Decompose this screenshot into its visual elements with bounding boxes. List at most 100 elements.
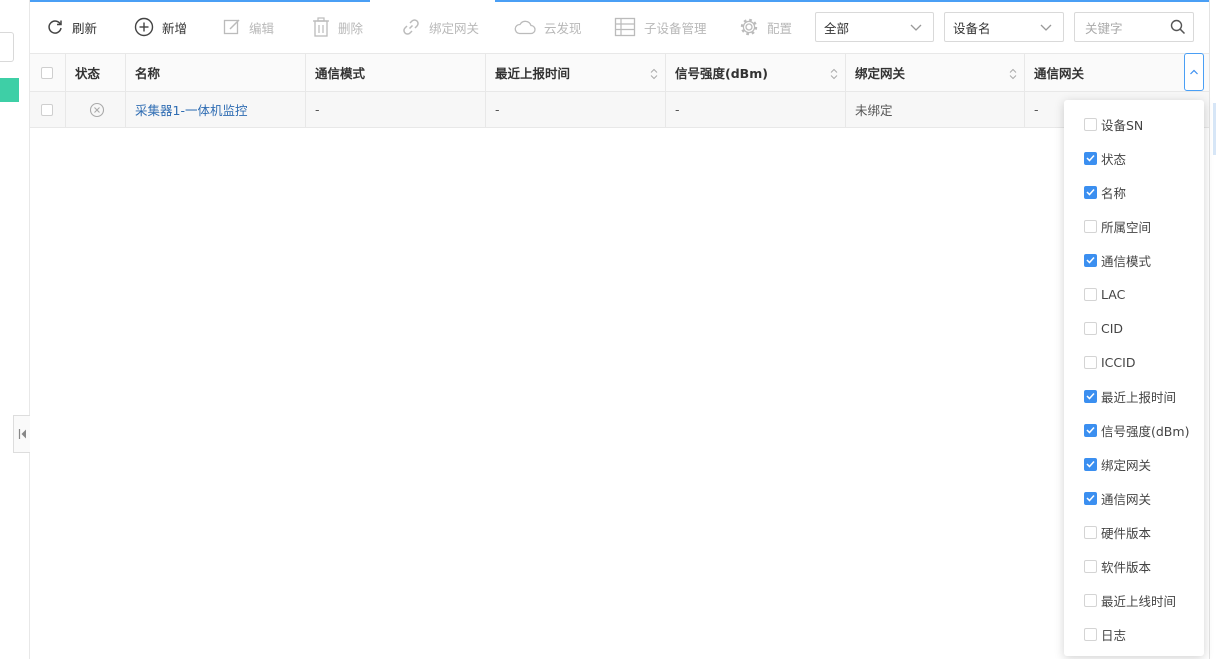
column-checkbox[interactable] — [1084, 287, 1097, 301]
sort-icon[interactable] — [1009, 68, 1017, 80]
header-bound-gateway-label: 绑定网关 — [855, 66, 906, 81]
plus-circle-icon — [134, 17, 154, 37]
refresh-button[interactable]: 刷新 — [46, 2, 97, 52]
row-name-cell: 采集器1-一体机监控 — [126, 92, 306, 127]
column-visibility-menu: 设备SN 状态名称所属空间通信模式 LAC CID ICCID 最近上报时间信号强度(dB… — [1064, 100, 1204, 656]
delete-label: 删除 — [338, 20, 364, 36]
column-option[interactable]: 通信网关 — [1084, 488, 1151, 508]
table-row[interactable]: 采集器1-一体机监控 - - - 未绑定 - — [30, 92, 1209, 128]
column-option-label: 所属空间 — [1101, 219, 1152, 235]
column-option-label: 最近上线时间 — [1101, 593, 1177, 609]
column-checkbox-checked[interactable] — [1084, 491, 1097, 505]
column-checkbox[interactable] — [1084, 321, 1097, 335]
column-checkbox-checked[interactable] — [1084, 253, 1097, 267]
column-settings-button[interactable] — [1184, 53, 1204, 91]
column-option[interactable]: CID — [1084, 318, 1123, 338]
column-checkbox-checked[interactable] — [1084, 457, 1097, 471]
keyword-search — [1074, 12, 1194, 42]
row-signal-strength: - — [675, 102, 680, 117]
column-checkbox-checked[interactable] — [1084, 423, 1097, 437]
check-icon — [1086, 154, 1095, 162]
column-option[interactable]: LAC — [1084, 284, 1125, 304]
column-checkbox-checked[interactable] — [1084, 389, 1097, 403]
header-last-report-time-label: 最近上报时间 — [495, 66, 571, 81]
column-option[interactable]: 绑定网关 — [1084, 454, 1151, 474]
row-signal-strength-cell: - — [666, 92, 846, 127]
header-signal-strength-label: 信号强度(dBm) — [675, 66, 768, 81]
field-select-value: 设备名 — [953, 20, 991, 36]
column-checkbox-checked[interactable] — [1084, 151, 1097, 165]
check-icon — [1086, 256, 1095, 264]
add-button[interactable]: 新增 — [134, 2, 187, 52]
table-header: 状态 名称 通信模式 最近上报时间 信号强度(dBm) 绑定网关 通信网关 — [30, 53, 1209, 92]
header-last-report-time[interactable]: 最近上报时间 — [486, 54, 666, 91]
edit-icon — [223, 19, 240, 35]
column-checkbox[interactable] — [1084, 559, 1097, 573]
header-status-label: 状态 — [75, 66, 101, 81]
sidebar-active-item[interactable] — [0, 78, 19, 102]
header-signal-strength[interactable]: 信号强度(dBm) — [666, 54, 846, 91]
column-checkbox[interactable] — [1084, 593, 1097, 607]
select-all-checkbox[interactable] — [41, 66, 53, 79]
column-checkbox[interactable] — [1084, 525, 1097, 539]
header-name: 名称 — [126, 54, 306, 91]
row-bound-gateway-cell: 未绑定 — [846, 92, 1025, 127]
row-checkbox[interactable] — [41, 103, 53, 116]
column-option-label: 通信模式 — [1101, 253, 1152, 269]
collapse-left-icon — [18, 429, 26, 439]
column-option[interactable]: 所属空间 — [1084, 216, 1151, 236]
device-name-link[interactable]: 采集器1-一体机监控 — [135, 100, 247, 119]
cloud-discover-button[interactable]: 云发现 — [514, 2, 582, 52]
column-option-label: LAC — [1101, 286, 1126, 302]
header-name-label: 名称 — [135, 66, 161, 81]
collapse-sidebar-button[interactable] — [13, 415, 30, 453]
add-label: 新增 — [162, 20, 188, 36]
sub-device-manage-label: 子设备管理 — [644, 20, 707, 36]
column-option[interactable]: 最近上线时间 — [1084, 590, 1176, 610]
column-option[interactable]: 硬件版本 — [1084, 522, 1151, 542]
column-option[interactable]: 状态 — [1084, 148, 1126, 168]
column-checkbox-checked[interactable] — [1084, 185, 1097, 199]
column-option[interactable]: 软件版本 — [1084, 556, 1151, 576]
header-comm-mode-label: 通信模式 — [315, 66, 366, 81]
sort-icon[interactable] — [830, 68, 838, 80]
column-option-label: 绑定网关 — [1101, 457, 1152, 473]
column-option-label: 通信网关 — [1101, 491, 1152, 507]
delete-button[interactable]: 删除 — [312, 2, 363, 52]
config-button[interactable]: 配置 — [739, 2, 792, 52]
search-icon[interactable] — [1170, 19, 1186, 35]
check-icon — [1086, 426, 1095, 434]
sub-device-manage-button[interactable]: 子设备管理 — [614, 2, 707, 52]
row-last-report-time-cell: - — [486, 92, 666, 127]
header-bound-gateway[interactable]: 绑定网关 — [846, 54, 1025, 91]
column-option[interactable]: 名称 — [1084, 182, 1126, 202]
column-checkbox[interactable] — [1084, 355, 1097, 369]
column-option[interactable]: 信号强度(dBm) — [1084, 420, 1189, 440]
column-checkbox[interactable] — [1084, 117, 1097, 131]
column-option-label: 日志 — [1101, 627, 1127, 643]
link-icon — [403, 19, 419, 35]
keyword-input[interactable] — [1083, 14, 1173, 42]
chevron-down-icon — [1040, 24, 1052, 31]
scope-select[interactable]: 全部 — [815, 12, 934, 42]
header-comm-mode: 通信模式 — [306, 54, 486, 91]
column-option[interactable]: 日志 — [1084, 624, 1126, 644]
column-checkbox[interactable] — [1084, 219, 1097, 233]
column-option[interactable]: 最近上报时间 — [1084, 386, 1176, 406]
row-bound-gateway: 未绑定 — [855, 103, 893, 118]
column-option[interactable]: ICCID — [1084, 352, 1135, 372]
field-select[interactable]: 设备名 — [944, 12, 1064, 42]
column-checkbox[interactable] — [1084, 627, 1097, 641]
header-comm-gateway: 通信网关 — [1025, 54, 1179, 91]
sidebar-search-input[interactable] — [0, 32, 14, 62]
scope-select-value: 全部 — [824, 20, 850, 36]
select-all-cell — [30, 54, 66, 91]
edit-button[interactable]: 编辑 — [223, 2, 274, 52]
column-option[interactable]: 通信模式 — [1084, 250, 1151, 270]
refresh-icon — [48, 20, 62, 34]
column-option-label: 最近上报时间 — [1101, 389, 1177, 405]
bind-gateway-button[interactable]: 绑定网关 — [401, 2, 479, 52]
sort-icon[interactable] — [650, 68, 658, 80]
column-option[interactable]: 设备SN — [1084, 114, 1143, 134]
row-last-report-time: - — [495, 102, 500, 117]
